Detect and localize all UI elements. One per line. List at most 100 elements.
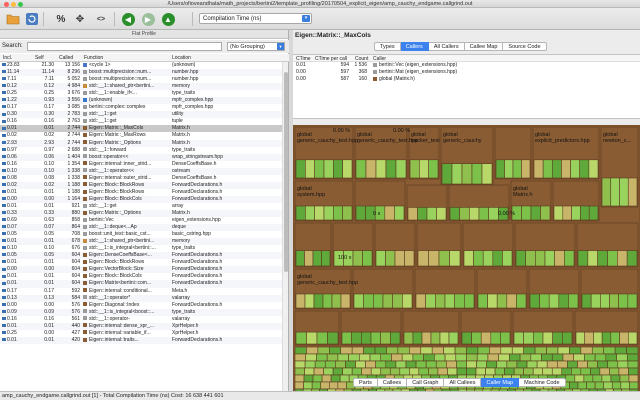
treemap-cell[interactable] bbox=[304, 250, 314, 267]
treemap-cell[interactable] bbox=[556, 360, 568, 369]
caller-row[interactable]: 0.00 587 160 global (Matrix.h) bbox=[293, 76, 640, 83]
table-row[interactable]: 7.11 7.11 5 052 boost::multiprecision::num.… bbox=[0, 76, 282, 83]
treemap-cell[interactable] bbox=[403, 331, 414, 345]
treemap-cell[interactable] bbox=[461, 163, 473, 185]
table-row[interactable]: 0.13 0.13 584 std::__1::operator* valarray bbox=[0, 294, 282, 302]
treemap-cell[interactable] bbox=[473, 250, 484, 267]
treemap-cell[interactable] bbox=[295, 205, 306, 221]
treemap-cell[interactable] bbox=[313, 367, 324, 376]
treemap-cell[interactable] bbox=[305, 353, 317, 362]
treemap-cell[interactable] bbox=[627, 293, 638, 309]
column-header-ctime-per-call[interactable]: CTime per call bbox=[315, 56, 347, 62]
treemap-cell[interactable] bbox=[454, 293, 465, 309]
column-header-ctime[interactable]: CTime bbox=[296, 56, 311, 62]
treemap-cell[interactable] bbox=[380, 367, 391, 376]
treemap-cell[interactable] bbox=[314, 159, 325, 179]
treemap-cell[interactable] bbox=[605, 353, 617, 362]
treemap-cell[interactable] bbox=[394, 250, 405, 267]
treemap-cell[interactable] bbox=[337, 353, 349, 362]
treemap-cell[interactable] bbox=[423, 353, 435, 362]
treemap-cell[interactable] bbox=[626, 250, 638, 267]
treemap-cell[interactable] bbox=[500, 346, 513, 355]
treemap-cell[interactable] bbox=[312, 250, 322, 267]
treemap-cell[interactable] bbox=[337, 381, 347, 390]
treemap-cell[interactable] bbox=[521, 159, 531, 179]
table-row[interactable]: 0.01 0.01 921 std::__1::get array bbox=[0, 203, 282, 210]
treemap-cell[interactable] bbox=[439, 331, 450, 345]
treemap-cell[interactable] bbox=[603, 381, 613, 390]
table-row[interactable]: 0.00 0.00 604 Eigen::VectorBlock::Size Forwa… bbox=[0, 266, 282, 274]
treemap-cell[interactable] bbox=[506, 293, 517, 309]
column-header-count[interactable]: Count bbox=[355, 56, 368, 62]
treemap-cell[interactable] bbox=[311, 381, 322, 390]
treemap-cell[interactable] bbox=[340, 293, 351, 309]
treemap-cell[interactable] bbox=[363, 346, 376, 355]
treemap-cell[interactable] bbox=[477, 346, 490, 355]
caller-row[interactable]: 0.00 597 368 bertini::Mat (eigen_extensions… bbox=[293, 69, 640, 76]
table-row[interactable]: 0.10 0.10 676 std::__1::is_integral<bertini… bbox=[0, 245, 282, 252]
treemap-cell[interactable] bbox=[374, 346, 387, 355]
treemap-cell[interactable] bbox=[328, 346, 342, 355]
treemap-cell[interactable] bbox=[355, 205, 366, 221]
treemap-cell[interactable] bbox=[476, 353, 489, 362]
table-row[interactable]: 0.06 0.06 1 404 boost::operator<< wrap_strin… bbox=[0, 153, 282, 161]
table-row[interactable]: 0.01 0.01 604 Eigen::Matrix<bertini::com...… bbox=[0, 280, 282, 288]
treemap-cell[interactable] bbox=[626, 353, 639, 362]
column-header-incl[interactable]: Incl. bbox=[3, 55, 12, 61]
treemap-cell[interactable] bbox=[313, 293, 324, 309]
treemap-cell[interactable] bbox=[340, 346, 353, 355]
treemap-cell[interactable] bbox=[561, 367, 572, 376]
treemap-cell[interactable] bbox=[601, 331, 612, 345]
treemap-cell[interactable] bbox=[321, 374, 332, 383]
table-row[interactable]: 0.01 0.01 420 Eigen::internal::traits... For… bbox=[0, 336, 282, 344]
treemap-cell[interactable] bbox=[592, 374, 603, 383]
treemap-cell[interactable] bbox=[348, 353, 360, 362]
treemap-cell[interactable] bbox=[562, 205, 572, 221]
treemap-cell[interactable] bbox=[327, 331, 339, 345]
treemap-cell[interactable] bbox=[586, 381, 596, 390]
treemap-cell[interactable] bbox=[380, 353, 392, 362]
treemap-cell[interactable] bbox=[438, 250, 450, 267]
treemap-cell[interactable] bbox=[312, 374, 323, 383]
treemap-cell[interactable] bbox=[562, 331, 573, 345]
treemap-cell[interactable] bbox=[516, 360, 528, 369]
tab-callers[interactable]: Callers bbox=[400, 42, 429, 51]
treemap-cell[interactable] bbox=[477, 293, 488, 309]
tab-machine-code[interactable]: Machine Code bbox=[519, 378, 566, 387]
treemap-cell[interactable] bbox=[363, 293, 374, 309]
treemap-cell[interactable] bbox=[577, 381, 587, 390]
table-row[interactable]: 0.02 0.02 2 744 Eigen::Matrix::_MaxRows Matr… bbox=[0, 132, 282, 139]
treemap-cell[interactable] bbox=[323, 367, 334, 376]
treemap-cell[interactable] bbox=[304, 360, 316, 369]
open-folder-icon[interactable] bbox=[5, 11, 21, 27]
treemap-cell[interactable] bbox=[513, 331, 524, 345]
column-header-called[interactable]: Called bbox=[59, 55, 73, 61]
treemap-cell[interactable] bbox=[417, 250, 429, 267]
treemap-cell[interactable] bbox=[459, 207, 470, 221]
treemap-cell[interactable] bbox=[295, 250, 305, 267]
treemap-cell[interactable] bbox=[569, 381, 579, 390]
treemap-cell[interactable] bbox=[575, 331, 586, 345]
treemap-cell[interactable] bbox=[584, 353, 596, 362]
treemap-cell[interactable] bbox=[426, 207, 437, 221]
treemap-cell[interactable] bbox=[402, 293, 413, 309]
treemap-cell[interactable] bbox=[486, 360, 498, 369]
treemap-cell[interactable] bbox=[466, 360, 477, 369]
treemap-cell[interactable] bbox=[394, 205, 405, 221]
treemap-cell[interactable] bbox=[455, 353, 467, 362]
treemap-cell[interactable] bbox=[316, 353, 328, 362]
treemap-cell[interactable] bbox=[305, 159, 315, 179]
treemap-cell[interactable] bbox=[542, 367, 553, 376]
treemap-cell[interactable] bbox=[611, 381, 622, 390]
treemap-cell[interactable] bbox=[551, 367, 563, 376]
treemap-cell[interactable] bbox=[397, 346, 410, 355]
treemap-cell[interactable] bbox=[512, 159, 522, 179]
treemap-cell[interactable] bbox=[428, 367, 439, 376]
treemap-cell[interactable] bbox=[444, 353, 457, 362]
treemap-cell[interactable] bbox=[551, 159, 562, 179]
treemap-cell[interactable] bbox=[485, 367, 496, 376]
treemap-cell[interactable] bbox=[542, 331, 553, 345]
treemap-cell[interactable] bbox=[471, 163, 483, 185]
treemap-cell[interactable] bbox=[533, 331, 544, 345]
treemap-cell[interactable] bbox=[361, 331, 372, 345]
